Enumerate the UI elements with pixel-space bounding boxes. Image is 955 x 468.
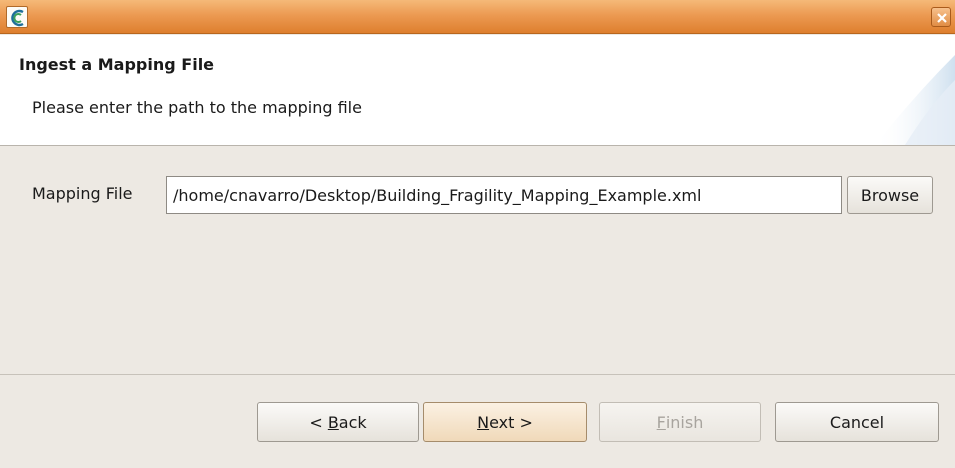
mapping-file-input[interactable] [166, 176, 842, 214]
header-divider [0, 145, 955, 146]
title-bar[interactable] [0, 0, 955, 34]
app-logo-icon [6, 6, 28, 28]
wizard-description: Please enter the path to the mapping fil… [32, 98, 362, 117]
mapping-file-label: Mapping File [32, 184, 133, 203]
cancel-button[interactable]: Cancel [775, 402, 939, 442]
wizard-header: Ingest a Mapping File Please enter the p… [0, 35, 955, 145]
close-icon [937, 13, 947, 23]
wizard-title: Ingest a Mapping File [19, 55, 215, 74]
header-banner-graphic [875, 55, 955, 145]
finish-button[interactable]: Finish [599, 402, 761, 442]
next-button[interactable]: Next > [423, 402, 587, 442]
back-button[interactable]: < Back [257, 402, 419, 442]
next-label-rest: ext > [489, 412, 533, 432]
next-mnemonic: N [477, 412, 490, 432]
footer-divider [0, 374, 955, 375]
close-button[interactable] [931, 7, 951, 27]
finish-label-rest: inish [665, 412, 704, 432]
back-label-rest: ack [338, 412, 367, 432]
back-mnemonic: B [327, 412, 339, 432]
finish-mnemonic: F [656, 412, 666, 432]
browse-button[interactable]: Browse [847, 176, 933, 214]
back-prefix: < [309, 412, 328, 432]
